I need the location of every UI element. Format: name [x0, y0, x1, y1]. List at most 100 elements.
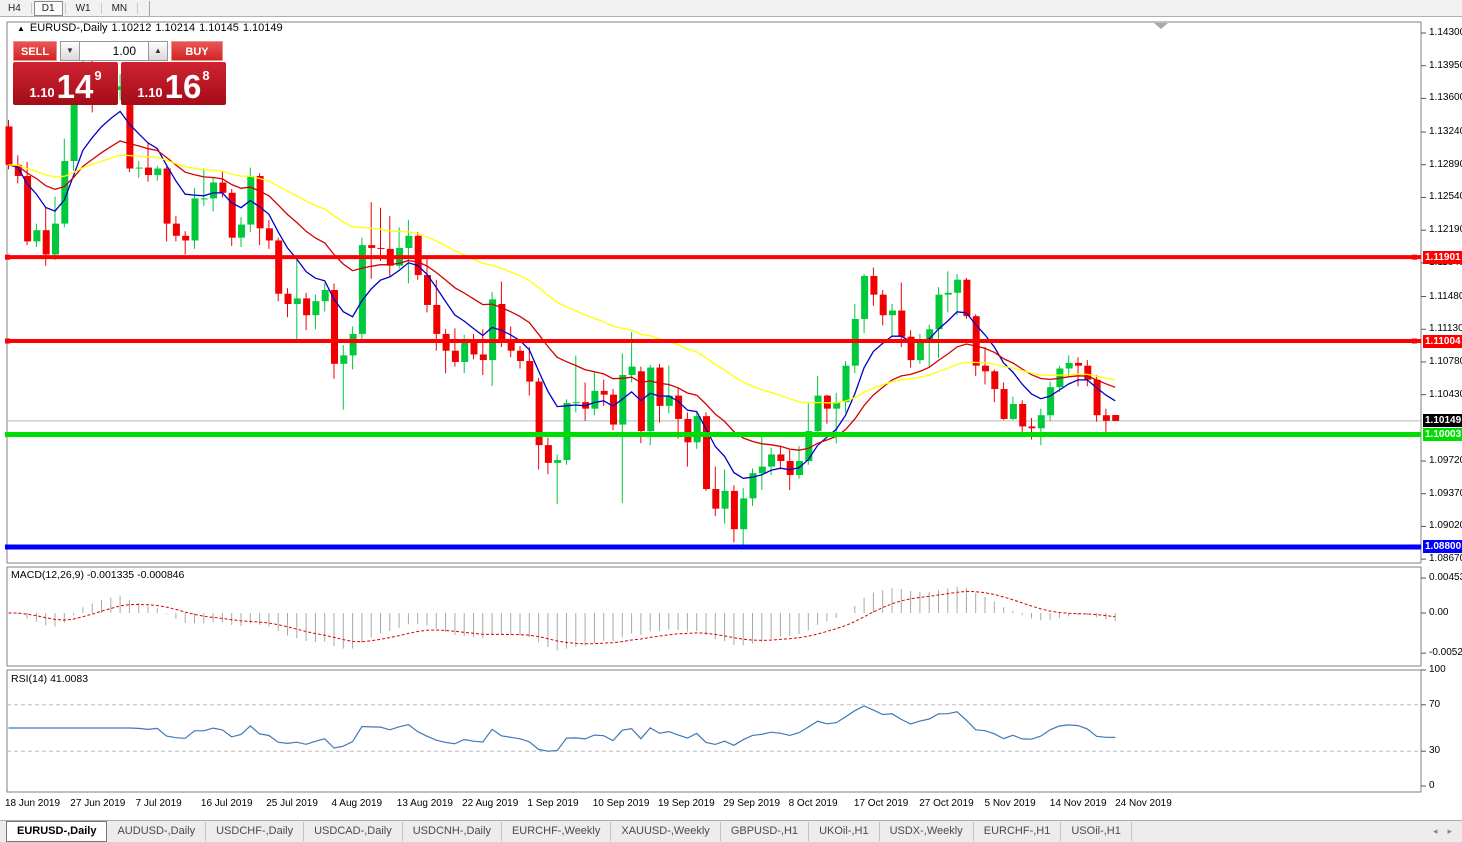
candle-body[interactable]: [1066, 363, 1073, 369]
candle-body[interactable]: [945, 293, 952, 295]
line-anchor-handle[interactable]: [5, 432, 10, 437]
candle-body[interactable]: [405, 236, 412, 248]
candle-body[interactable]: [815, 396, 822, 432]
chart-tab-usdcad-daily[interactable]: USDCAD-,Daily: [304, 822, 403, 841]
candle-body[interactable]: [126, 95, 133, 169]
chart-tab-xauusd-weekly[interactable]: XAUUSD-,Weekly: [611, 822, 720, 841]
candle-body[interactable]: [43, 230, 50, 254]
candle-body[interactable]: [173, 224, 180, 236]
candle-body[interactable]: [889, 311, 896, 316]
collapse-quote-panel-icon[interactable]: ▲: [17, 24, 25, 33]
chart-tab-usdx-weekly[interactable]: USDX-,Weekly: [880, 822, 974, 841]
candle-body[interactable]: [331, 290, 338, 364]
candle-body[interactable]: [982, 366, 989, 372]
timeframe-button-w1[interactable]: W1: [68, 1, 99, 16]
candle-body[interactable]: [610, 395, 617, 425]
candle-body[interactable]: [870, 276, 877, 295]
candle-body[interactable]: [378, 248, 385, 249]
candle-body[interactable]: [312, 301, 319, 315]
chart-tab-eurchf-weekly[interactable]: EURCHF-,Weekly: [502, 822, 611, 841]
candle-body[interactable]: [619, 375, 626, 425]
candle-body[interactable]: [759, 467, 766, 474]
candle-body[interactable]: [1047, 387, 1054, 415]
candle-body[interactable]: [1029, 426, 1036, 428]
candle-body[interactable]: [684, 419, 691, 442]
candle-body[interactable]: [787, 461, 794, 475]
chart-canvas[interactable]: [0, 17, 1462, 820]
candle-body[interactable]: [294, 298, 301, 304]
candle-body[interactable]: [517, 351, 524, 361]
chart-tab-usdchf-daily[interactable]: USDCHF-,Daily: [206, 822, 304, 841]
candle-body[interactable]: [480, 354, 487, 360]
chart-tab-ukoil-h1[interactable]: UKOil-,H1: [809, 822, 880, 841]
candle-body[interactable]: [963, 280, 970, 316]
line-anchor-handle[interactable]: [1412, 432, 1417, 437]
candle-body[interactable]: [266, 228, 273, 240]
candle-body[interactable]: [1001, 389, 1008, 419]
candle-body[interactable]: [182, 236, 189, 241]
candle-body[interactable]: [1010, 404, 1017, 419]
candle-body[interactable]: [740, 498, 747, 529]
candle-body[interactable]: [638, 371, 645, 431]
chart-tab-usoil-h1[interactable]: USOil-,H1: [1061, 822, 1132, 841]
candle-body[interactable]: [1075, 363, 1082, 366]
candle-body[interactable]: [777, 454, 784, 461]
timeframe-button-d1[interactable]: D1: [34, 1, 63, 16]
candle-body[interactable]: [192, 198, 199, 240]
candle-body[interactable]: [433, 305, 440, 334]
candle-body[interactable]: [340, 355, 347, 363]
candle-body[interactable]: [954, 280, 961, 293]
candle-body[interactable]: [145, 168, 152, 175]
candle-body[interactable]: [657, 368, 664, 406]
candle-body[interactable]: [461, 342, 468, 362]
line-anchor-handle[interactable]: [5, 339, 10, 344]
candle-body[interactable]: [675, 396, 682, 419]
candle-body[interactable]: [591, 391, 598, 409]
lot-decrease-button[interactable]: ▼: [60, 41, 80, 61]
candle-body[interactable]: [322, 290, 329, 301]
buy-price-panel[interactable]: 1.10 16 8: [121, 62, 226, 105]
candle-body[interactable]: [136, 168, 143, 169]
candle-body[interactable]: [350, 334, 357, 355]
candle-body[interactable]: [201, 198, 208, 199]
candle-body[interactable]: [471, 342, 478, 354]
candle-body[interactable]: [564, 403, 571, 460]
timeframe-button-mn[interactable]: MN: [104, 1, 136, 16]
candle-body[interactable]: [1094, 380, 1101, 416]
candle-body[interactable]: [936, 295, 943, 330]
lot-size-input[interactable]: [80, 41, 148, 61]
chart-shift-marker-icon[interactable]: [1154, 23, 1168, 29]
candle-body[interactable]: [285, 294, 292, 304]
candle-body[interactable]: [573, 402, 580, 403]
chart-tab-gbpusd-h1[interactable]: GBPUSD-,H1: [721, 822, 809, 841]
candle-body[interactable]: [1038, 415, 1045, 428]
candle-body[interactable]: [1103, 415, 1110, 421]
candle-body[interactable]: [722, 491, 729, 509]
buy-button[interactable]: BUY: [171, 41, 223, 61]
candle-body[interactable]: [694, 416, 701, 442]
candle-body[interactable]: [768, 454, 775, 466]
chart-tab-eurusd-daily[interactable]: EURUSD-,Daily: [6, 821, 107, 842]
candle-body[interactable]: [52, 224, 59, 255]
candle-body[interactable]: [275, 240, 282, 293]
candle-body[interactable]: [164, 169, 171, 224]
lot-increase-button[interactable]: ▲: [148, 41, 168, 61]
candle-body[interactable]: [219, 183, 226, 193]
sell-button[interactable]: SELL: [13, 41, 57, 61]
candle-body[interactable]: [6, 126, 13, 164]
tab-scroll-right-icon[interactable]: ▸: [1447, 826, 1452, 836]
candle-body[interactable]: [880, 295, 887, 316]
line-anchor-handle[interactable]: [1412, 339, 1417, 344]
line-anchor-handle[interactable]: [5, 544, 10, 549]
candle-body[interactable]: [368, 245, 375, 248]
candle-body[interactable]: [917, 342, 924, 360]
tab-scroll-left-icon[interactable]: ◂: [1433, 826, 1438, 836]
line-anchor-handle[interactable]: [5, 255, 10, 260]
candle-body[interactable]: [898, 311, 905, 337]
candle-body[interactable]: [545, 445, 552, 463]
candle-body[interactable]: [843, 366, 850, 402]
candle-body[interactable]: [1112, 415, 1119, 421]
candle-body[interactable]: [629, 367, 636, 375]
candle-body[interactable]: [257, 176, 264, 228]
candle-body[interactable]: [210, 183, 217, 199]
